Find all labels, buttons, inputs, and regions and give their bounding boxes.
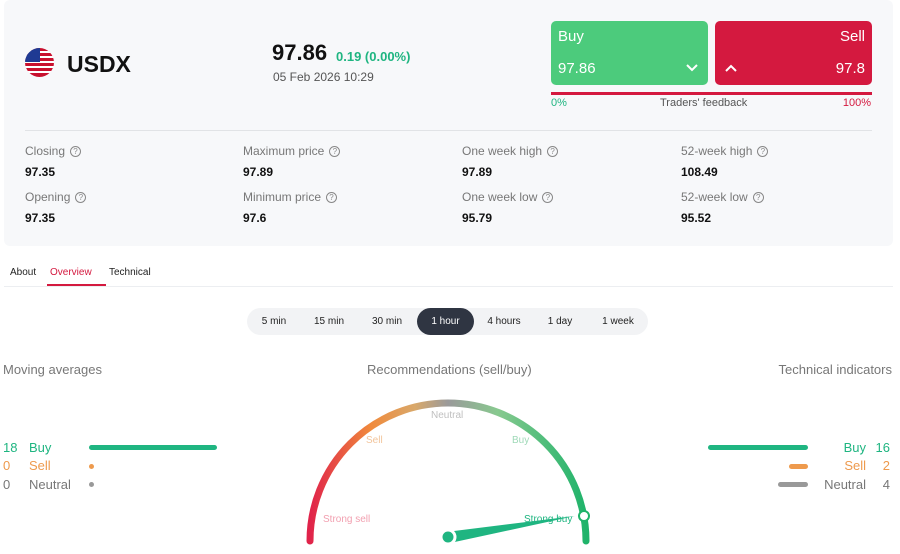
recommendations-title: Recommendations (sell/buy) <box>367 362 532 377</box>
instrument-symbol: USDX <box>67 51 131 77</box>
ti-buy-bar <box>708 445 808 450</box>
ma-neutral-row: 0 Neutral <box>3 477 233 492</box>
stat-value: 108.49 <box>681 165 718 179</box>
ti-neutral-label: Neutral <box>824 477 866 492</box>
help-icon[interactable]: ? <box>542 191 554 203</box>
section-tabs: About Overview Technical <box>4 264 893 287</box>
traders-feedback-bar <box>551 92 872 95</box>
help-icon[interactable]: ? <box>752 191 764 203</box>
active-tab-indicator <box>47 284 106 286</box>
gauge-label-sell: Sell <box>366 435 383 446</box>
ti-buy-count: 16 <box>875 440 890 455</box>
help-icon[interactable]: ? <box>326 191 338 203</box>
stat-label: Maximum price <box>243 144 325 158</box>
stat-value: 97.35 <box>25 211 56 225</box>
ma-neutral-label: Neutral <box>29 477 71 492</box>
buy-price: 97.86 <box>558 60 596 77</box>
technical-indicators-title: Technical indicators <box>778 362 892 377</box>
period-1-week[interactable]: 1 week <box>592 308 644 335</box>
us-flag-icon <box>25 48 54 77</box>
gauge-label-neutral: Neutral <box>431 410 463 421</box>
buy-label: Buy <box>558 28 584 45</box>
gauge-value-marker <box>578 510 590 522</box>
stat-closing: Closing? 97.35 <box>25 144 82 179</box>
stat-label: Opening <box>25 190 71 204</box>
ma-sell-label: Sell <box>29 458 51 473</box>
ma-neutral-bar <box>89 482 94 487</box>
stat-minimum-price: Minimum price? 97.6 <box>243 190 338 225</box>
ti-sell-row: Sell 2 <box>820 458 892 473</box>
stat-value: 97.35 <box>25 165 56 179</box>
help-icon[interactable]: ? <box>547 145 559 157</box>
help-icon[interactable]: ? <box>329 145 341 157</box>
ti-neutral-bar <box>778 482 808 487</box>
ma-buy-label: Buy <box>29 440 52 455</box>
ti-buy-row: Buy 16 <box>820 440 892 455</box>
period-30-min[interactable]: 30 min <box>361 308 413 335</box>
gauge-needle-hub <box>439 528 457 546</box>
timeframe-selector: 5 min 15 min 30 min 1 hour 4 hours 1 day… <box>247 308 648 335</box>
stat-value: 97.6 <box>243 211 267 225</box>
ma-sell-count: 0 <box>3 458 11 473</box>
period-1-day[interactable]: 1 day <box>537 308 583 335</box>
help-icon[interactable]: ? <box>70 145 82 157</box>
stat-label: One week low <box>462 190 538 204</box>
ti-buy-label: Buy <box>843 440 866 455</box>
stat-one-week-high: One week high? 97.89 <box>462 144 559 179</box>
ma-buy-bar <box>89 445 217 450</box>
stat-opening: Opening? 97.35 <box>25 190 87 225</box>
gauge-label-buy: Buy <box>512 435 529 446</box>
ti-sell-count: 2 <box>882 458 890 473</box>
ti-neutral-row: Neutral 4 <box>810 477 892 492</box>
current-price: 97.86 <box>272 40 328 65</box>
sell-price: 97.8 <box>835 60 865 77</box>
ma-buy-count: 18 <box>3 440 18 455</box>
help-icon[interactable]: ? <box>75 191 87 203</box>
ti-sell-bar <box>789 464 808 469</box>
price-change: 0.19 (0.00%) <box>336 49 411 64</box>
chevron-up-icon <box>725 64 737 72</box>
stat-52-week-low: 52-week low? 95.52 <box>681 190 764 225</box>
buy-button[interactable]: Buy 97.86 <box>551 21 708 85</box>
stat-one-week-low: One week low? 95.79 <box>462 190 554 225</box>
ti-neutral-count: 4 <box>882 477 890 492</box>
sell-label: Sell <box>839 28 865 45</box>
gauge-label-strong-sell: Strong sell <box>323 514 370 525</box>
stat-label: 52-week high <box>681 144 753 158</box>
sell-button[interactable]: Sell 97.8 <box>715 21 872 85</box>
stat-label: Minimum price <box>243 190 322 204</box>
ma-sell-bar <box>89 464 94 469</box>
stat-value: 95.52 <box>681 211 712 225</box>
period-5-min[interactable]: 5 min <box>251 308 297 335</box>
recommendation-gauge: Strong sell Sell Neutral Buy Strong buy <box>306 399 590 546</box>
period-15-min[interactable]: 15 min <box>303 308 355 335</box>
tab-technical[interactable]: Technical <box>109 267 151 278</box>
stat-label: 52-week low <box>681 190 748 204</box>
stat-label: One week high <box>462 144 543 158</box>
stat-label: Closing <box>25 144 66 158</box>
moving-averages-title: Moving averages <box>3 362 102 377</box>
stat-value: 97.89 <box>462 165 493 179</box>
period-4-hours[interactable]: 4 hours <box>479 308 529 335</box>
stat-52-week-high: 52-week high? 108.49 <box>681 144 769 179</box>
tab-overview[interactable]: Overview <box>50 267 92 278</box>
tab-about[interactable]: About <box>10 267 36 278</box>
gauge-needle <box>446 516 575 543</box>
feedback-title: Traders' feedback <box>660 97 748 109</box>
ma-sell-row: 0 Sell <box>3 458 233 473</box>
feedback-max-label: 100% <box>842 97 871 109</box>
stat-value: 95.79 <box>462 211 493 225</box>
ti-sell-label: Sell <box>844 458 866 473</box>
feedback-min-label: 0% <box>551 97 567 109</box>
chevron-down-icon <box>686 64 698 72</box>
summary-divider <box>25 130 872 131</box>
stat-maximum-price: Maximum price? 97.89 <box>243 144 341 179</box>
price-timestamp: 05 Feb 2026 10:29 <box>273 70 374 84</box>
period-1-hour[interactable]: 1 hour <box>417 308 474 335</box>
stat-value: 97.89 <box>243 165 274 179</box>
help-icon[interactable]: ? <box>757 145 769 157</box>
ma-neutral-count: 0 <box>3 477 11 492</box>
